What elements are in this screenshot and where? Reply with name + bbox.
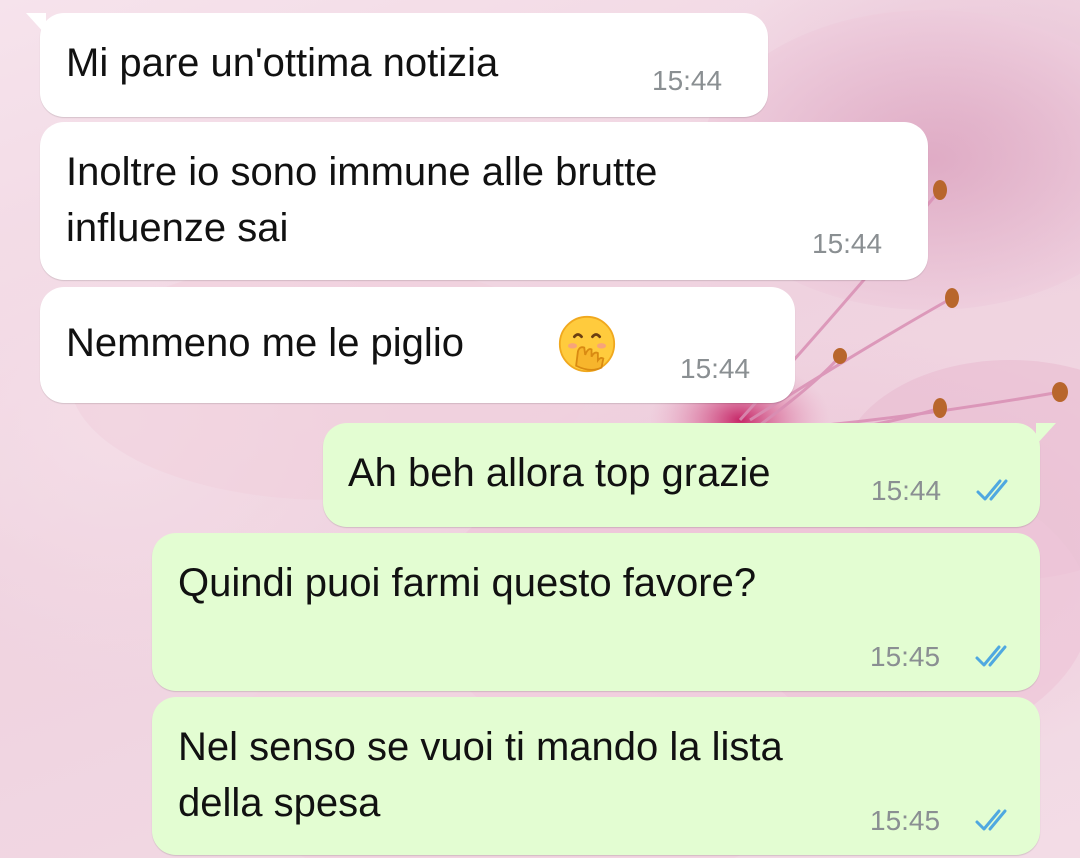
message-timestamp: 15:44	[871, 475, 942, 506]
incoming-message-bubble[interactable]: Inoltre io sono immune alle brutte influ…	[40, 122, 928, 280]
message-text: Ah beh allora top grazie	[348, 451, 771, 495]
outgoing-message-bubble[interactable]: Nel senso se vuoi ti mando la lista dell…	[152, 697, 1040, 855]
message-text: Nemmeno me le piglio	[66, 321, 464, 365]
message-timestamp: 15:44	[812, 228, 883, 259]
bubble-tail	[1036, 423, 1056, 445]
message-text: Nel senso se vuoi ti mando la lista dell…	[178, 725, 783, 825]
double-check-read-icon	[975, 645, 1007, 667]
incoming-message-bubble[interactable]: Mi pare un'ottima notizia 15:44	[26, 13, 768, 117]
hand-over-mouth-face-emoji	[558, 315, 616, 373]
message-timestamp: 15:45	[870, 641, 941, 672]
outgoing-message-bubble[interactable]: Ah beh allora top grazie 15:44	[323, 423, 1056, 527]
message-timestamp: 15:44	[680, 353, 751, 384]
message-list: Mi pare un'ottima notizia 15:44 Inoltre …	[0, 0, 1080, 858]
message-text: Inoltre io sono immune alle brutte influ…	[66, 150, 658, 250]
double-check-read-icon	[975, 809, 1007, 831]
outgoing-message-bubble[interactable]: Quindi puoi farmi questo favore? 15:45	[152, 533, 1040, 691]
message-timestamp: 15:45	[870, 805, 941, 836]
message-timestamp: 15:44	[652, 65, 723, 96]
bubble-tail	[26, 13, 46, 35]
incoming-message-bubble[interactable]: Nemmeno me le piglio 15:44	[40, 287, 795, 403]
double-check-read-icon	[976, 479, 1008, 501]
message-text: Quindi puoi farmi questo favore?	[178, 561, 757, 605]
message-text: Mi pare un'ottima notizia	[66, 41, 499, 85]
